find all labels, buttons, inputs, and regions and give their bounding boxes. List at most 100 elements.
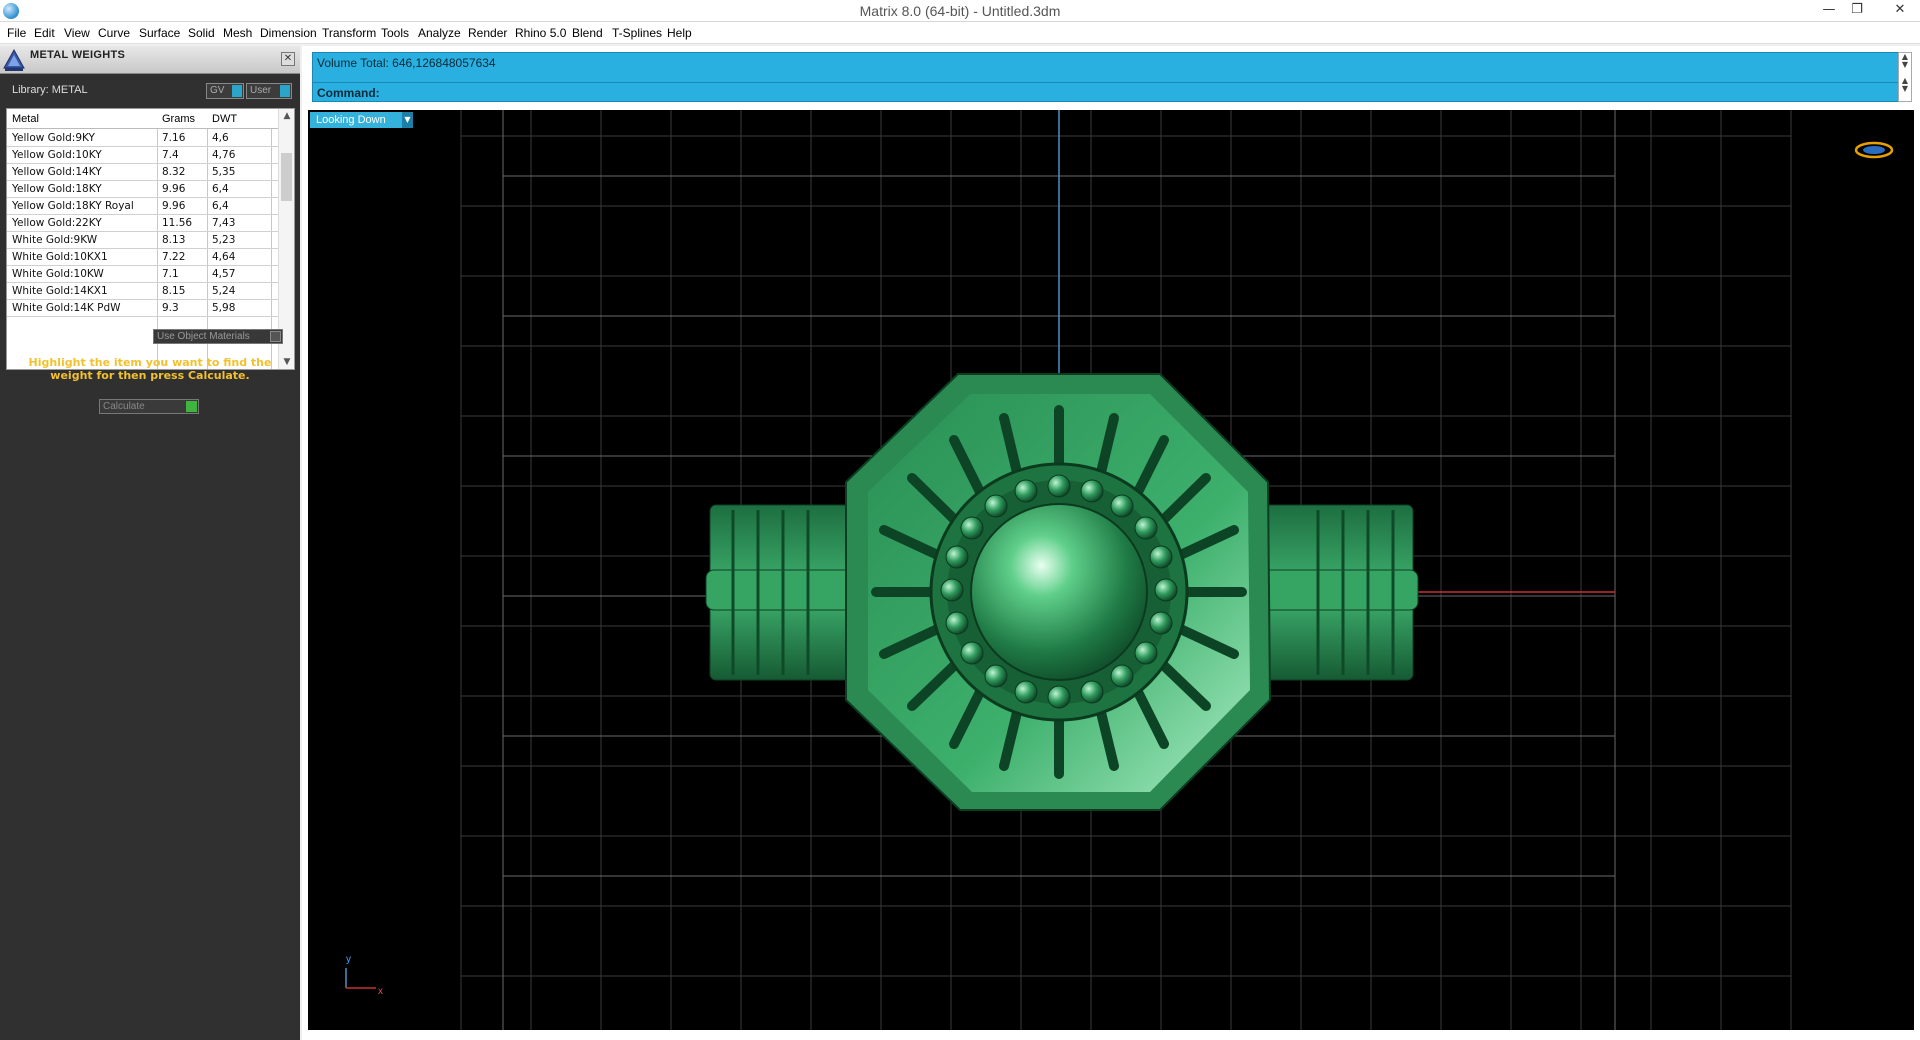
calculate-label: Calculate [103, 401, 145, 412]
menu-tools[interactable]: Tools [381, 26, 409, 40]
table-row[interactable]: Yellow Gold:10KY 7.4 4,76 [7, 147, 279, 164]
menu-analyze[interactable]: Analyze [418, 26, 461, 40]
cell-grams: 7.16 [162, 132, 186, 144]
cell-dwt: 5,23 [212, 234, 236, 246]
menu-mesh[interactable]: Mesh [223, 26, 252, 40]
cell-metal: Yellow Gold:9KY [12, 132, 95, 144]
restore-button[interactable]: ❐ [1840, 0, 1874, 22]
checkbox-icon[interactable] [270, 331, 281, 342]
close-button[interactable]: ✕ [1880, 0, 1920, 22]
menu-help[interactable]: Help [667, 26, 692, 40]
panel-close-button[interactable]: ✕ [281, 52, 295, 66]
menu-transform[interactable]: Transform [322, 26, 376, 40]
viewport-canvas[interactable] [308, 110, 1914, 1030]
cell-metal: White Gold:10KX1 [12, 251, 108, 263]
user-toggle[interactable]: User [246, 83, 292, 99]
cell-dwt: 4,64 [212, 251, 236, 263]
cell-grams: 8.13 [162, 234, 186, 246]
cell-dwt: 4,76 [212, 149, 236, 161]
user-label: User [250, 85, 272, 96]
user-indicator-icon [280, 85, 290, 97]
menu-edit[interactable]: Edit [34, 26, 55, 40]
table-row[interactable]: White Gold:10KW 7.1 4,57 [7, 266, 279, 283]
command-area[interactable]: Volume Total: 646,126848057634 Command: [312, 52, 1908, 102]
menu-curve[interactable]: Curve [98, 26, 130, 40]
cell-dwt: 4,6 [212, 132, 229, 144]
cell-dwt: 5,24 [212, 285, 236, 297]
cell-grams: 7.22 [162, 251, 186, 263]
cell-grams: 7.1 [162, 268, 179, 280]
cell-grams: 11.56 [162, 217, 193, 229]
menu-dimension[interactable]: Dimension [260, 26, 317, 40]
scroll-thumb[interactable] [281, 153, 292, 201]
metal-weights-logo-icon [3, 48, 25, 71]
view-dropdown-icon[interactable]: ▼ [402, 112, 413, 128]
table-row[interactable]: Yellow Gold:18KY Royal 9.96 6,4 [7, 198, 279, 215]
play-icon [186, 401, 197, 412]
table-row[interactable]: White Gold:14KX1 8.15 5,24 [7, 283, 279, 300]
table-row[interactable]: White Gold:14K PdW 9.3 5,98 [7, 300, 279, 317]
command-scrollbar[interactable]: ▲ ▼ ▲ ▼ [1898, 52, 1912, 102]
column-dwt[interactable]: DWT [212, 113, 237, 125]
use-object-materials-toggle[interactable]: Use Object Materials [153, 329, 283, 344]
menu-rhino[interactable]: Rhino 5.0 [515, 26, 566, 40]
cell-grams: 7.4 [162, 149, 179, 161]
shank-band-left [705, 569, 857, 611]
cell-dwt: 5,35 [212, 166, 236, 178]
gv-toggle[interactable]: GV [206, 83, 244, 99]
cell-metal: White Gold:14KX1 [12, 285, 108, 297]
cell-dwt: 5,98 [212, 302, 236, 314]
window-title: Matrix 8.0 (64-bit) - Untitled.3dm [859, 3, 1061, 19]
table-row[interactable]: Yellow Gold:22KY 11.56 7,43 [7, 215, 279, 232]
cell-metal: Yellow Gold:10KY [12, 149, 102, 161]
table-row[interactable]: Yellow Gold:18KY 9.96 6,4 [7, 181, 279, 198]
menu-tsplines[interactable]: T-Splines [612, 26, 662, 40]
cell-dwt: 6,4 [212, 183, 229, 195]
center-stone [970, 503, 1148, 681]
command-divider [313, 82, 1907, 83]
metal-weights-panel: METAL WEIGHTS ✕ Library: METAL GV User M… [0, 46, 300, 1040]
cell-dwt: 4,57 [212, 268, 236, 280]
table-header: Metal Grams DWT [7, 109, 279, 129]
title-bar: Matrix 8.0 (64-bit) - Untitled.3dm — ❐ ✕ [0, 0, 1920, 22]
cell-metal: Yellow Gold:22KY [12, 217, 102, 229]
scroll-up-icon[interactable]: ▲ [279, 109, 294, 123]
cell-dwt: 7,43 [212, 217, 236, 229]
menu-bar: File Edit View Curve Surface Solid Mesh … [0, 22, 1920, 44]
calculate-button[interactable]: Calculate [99, 399, 199, 414]
cell-metal: White Gold:10KW [12, 268, 104, 280]
cell-grams: 8.32 [162, 166, 186, 178]
navigation-widget-icon[interactable] [1854, 140, 1894, 160]
main-area: Volume Total: 646,126848057634 Command: … [302, 46, 1920, 1040]
axis-y-label: y [346, 954, 351, 965]
column-grams[interactable]: Grams [162, 113, 195, 125]
command-prompt[interactable]: Command: [317, 86, 380, 100]
cell-dwt: 6,4 [212, 200, 229, 212]
menu-render[interactable]: Render [468, 26, 507, 40]
cell-metal: Yellow Gold:18KY [12, 183, 102, 195]
use-object-materials-label: Use Object Materials [157, 331, 250, 342]
table-row[interactable]: Yellow Gold:14KY 8.32 5,35 [7, 164, 279, 181]
cell-grams: 9.96 [162, 200, 186, 212]
menu-view[interactable]: View [64, 26, 90, 40]
menu-blend[interactable]: Blend [572, 26, 603, 40]
command-history-line: Volume Total: 646,126848057634 [317, 56, 496, 70]
cell-grams: 8.15 [162, 285, 186, 297]
gv-label: GV [210, 85, 225, 96]
menu-file[interactable]: File [7, 26, 26, 40]
panel-header: METAL WEIGHTS ✕ [0, 46, 300, 74]
cell-grams: 9.3 [162, 302, 179, 314]
table-row[interactable]: White Gold:10KX1 7.22 4,64 [7, 249, 279, 266]
menu-surface[interactable]: Surface [139, 26, 180, 40]
cell-metal: White Gold:14K PdW [12, 302, 121, 314]
library-label: Library: METAL [12, 84, 88, 96]
cell-grams: 9.96 [162, 183, 186, 195]
view-name-label[interactable]: Looking Down [310, 112, 413, 128]
table-row[interactable]: White Gold:9KW 8.13 5,23 [7, 232, 279, 249]
viewport-top[interactable]: Looking Down ▼ y x [308, 110, 1914, 1030]
table-row[interactable]: Yellow Gold:9KY 7.16 4,6 [7, 130, 279, 147]
gv-indicator-icon [232, 85, 242, 97]
cell-metal: Yellow Gold:18KY Royal [12, 200, 134, 212]
menu-solid[interactable]: Solid [188, 26, 215, 40]
column-metal[interactable]: Metal [12, 113, 39, 125]
